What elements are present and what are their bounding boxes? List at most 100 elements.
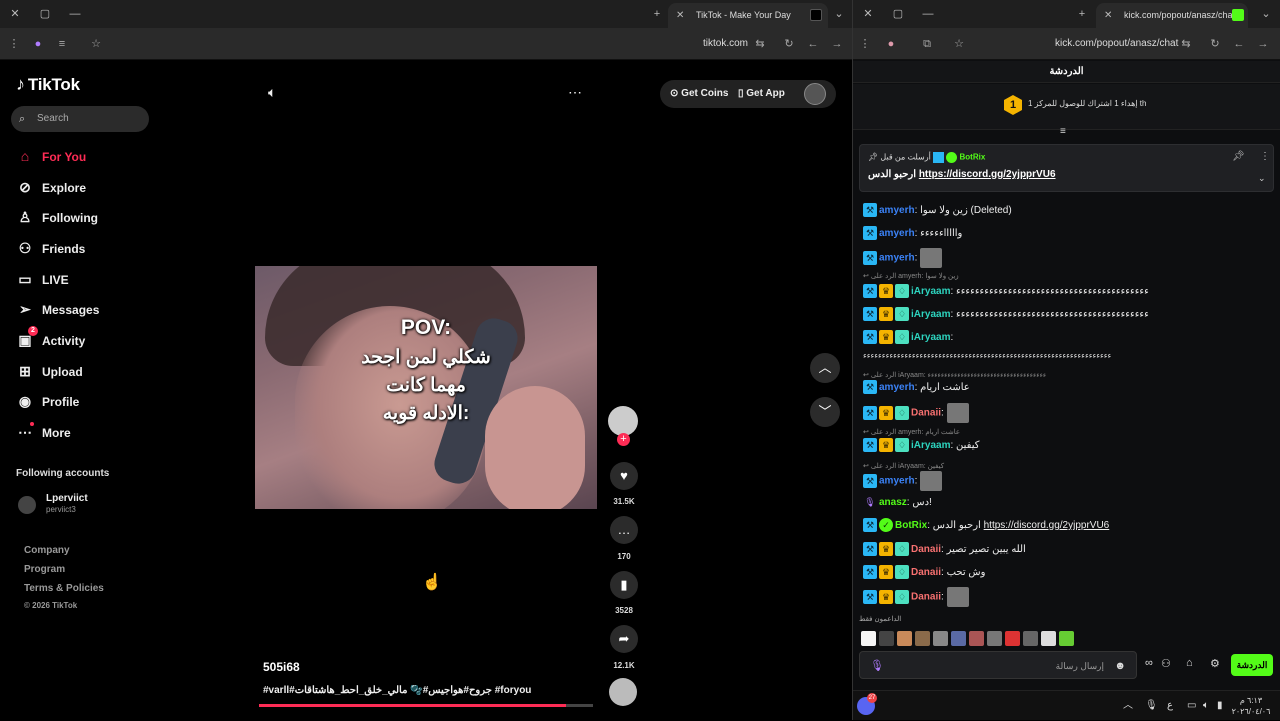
emote-icon[interactable] (915, 631, 930, 647)
nav-friends[interactable]: ⚇ Friends (16, 237, 86, 259)
keyboard-language-icon[interactable]: ع (1167, 691, 1173, 721)
chat-message[interactable]: ⚒ ♛ ♢ iAryaam: (863, 329, 953, 347)
comment-button[interactable]: … (610, 516, 638, 544)
chat-username[interactable]: amyerh (879, 228, 915, 239)
store-icon[interactable]: ⌂ (1186, 657, 1193, 669)
chat-message[interactable]: ⚒ amyerh: (863, 471, 943, 491)
menu-dots-icon[interactable]: ⋮ (857, 28, 873, 60)
close-tab-icon[interactable]: ✕ (1104, 3, 1112, 28)
chat-message[interactable]: ⚒ amyerh: عاشت اريام (863, 379, 970, 397)
extensions-icon[interactable]: ⧉ (919, 28, 935, 60)
emote-icon[interactable] (951, 631, 966, 647)
site-settings-icon[interactable]: ⇆ (1178, 28, 1194, 60)
nav-following[interactable]: ♙ Following (16, 206, 98, 228)
chat-message[interactable]: ⚒ amyerh: زين ولا سوا (Deleted) (863, 202, 1012, 220)
taskbar-clock[interactable]: ٦:١٣ م ٢٠٢٦/٠٤/٠٦ (1231, 695, 1271, 717)
footer-program[interactable]: Program (24, 564, 65, 575)
video-player[interactable]: POV: شكلي لمن اجحد مهما كانت الادله قويه… (255, 266, 597, 509)
chat-message[interactable]: ⚒ ♛ ♢ Danaii: الله يبين تصير تصير (863, 541, 1026, 559)
video-author[interactable]: 505i68 (263, 660, 300, 674)
creator-avatar[interactable] (608, 406, 638, 436)
close-window-icon[interactable]: ✕ (6, 0, 24, 28)
reload-icon[interactable]: ↻ (781, 28, 797, 60)
previous-video-button[interactable]: ︿ (810, 353, 840, 383)
chat-username[interactable]: iAryaam (911, 332, 950, 343)
emote-icon[interactable] (1059, 631, 1074, 647)
nav-more[interactable]: ⋯ More (16, 421, 71, 443)
get-app-button[interactable]: ▯ Get App (738, 82, 785, 106)
chevron-down-icon[interactable]: ⌄ (1258, 173, 1266, 184)
collapse-icon[interactable]: ≡ (1060, 126, 1066, 137)
tab-tiktok[interactable]: ✕ TikTok - Make Your Day (668, 3, 828, 28)
tab-search-icon[interactable]: ⌄ (1257, 0, 1275, 28)
more-options-icon[interactable]: ⋮ (1260, 151, 1270, 162)
chat-username[interactable]: amyerh (879, 476, 915, 487)
unpin-icon[interactable]: 📌︎ (1232, 151, 1245, 162)
settings-gear-icon[interactable]: ⚙ (1210, 657, 1220, 670)
maximize-icon[interactable]: ▢ (889, 0, 907, 28)
reply-context[interactable]: ↩ الرد على iAryaam: ءءءءءءءءءءءءءءءءءءءء… (863, 371, 1046, 379)
maximize-icon[interactable]: ▢ (36, 0, 54, 28)
chat-message[interactable]: ⚒ ♛ ♢ iAryaam: ءءءءءءءءءءءءءءءءءءءءءءءءءءءء… (863, 283, 1149, 301)
emote-icon[interactable] (969, 631, 984, 647)
volume-icon[interactable]: 🔈︎ (1203, 691, 1209, 721)
chat-message[interactable]: 🎙︎ anasz: دس! (863, 494, 932, 512)
tab-search-icon[interactable]: ⌄ (830, 0, 848, 28)
back-icon[interactable]: ← (805, 28, 821, 60)
send-chat-button[interactable]: الدردشة (1231, 654, 1273, 676)
tray-chevron-up-icon[interactable]: ︿ (1123, 691, 1133, 721)
chat-message[interactable]: ⚒ ♛ ♢ Danaii: (863, 403, 969, 423)
emote-icon[interactable] (879, 631, 894, 647)
chat-input[interactable]: 🎙︎ إرسال رسالة ☻ (859, 651, 1137, 679)
nav-profile[interactable]: ◉ Profile (16, 390, 79, 412)
minimize-icon[interactable]: — (66, 0, 84, 28)
sub-goal-banner[interactable]: 1 إهداء 1 اشتراك للوصول للمركز 1 th (853, 84, 1280, 130)
follow-plus-icon[interactable]: + (617, 433, 630, 446)
network-icon[interactable]: ▭ (1187, 691, 1196, 721)
save-button[interactable]: ▮ (610, 571, 638, 599)
close-tab-icon[interactable]: ✕ (676, 3, 684, 28)
url-text[interactable]: tiktok.com (703, 28, 748, 60)
close-window-icon[interactable]: ✕ (859, 0, 877, 28)
emote-icon[interactable] (1023, 631, 1038, 647)
get-coins-button[interactable]: ⊙ Get Coins (670, 82, 728, 106)
url-text[interactable]: kick.com/popout/anasz/chat (1055, 28, 1178, 60)
nav-upload[interactable]: ⊞ Upload (16, 360, 83, 382)
chat-username[interactable]: iAryaam (911, 309, 950, 320)
chat-message[interactable]: ⚒ ♛ ♢ Danaii: وش تحب (863, 564, 985, 582)
chat-message[interactable]: ⚒ amyerh: (863, 248, 943, 268)
tab-kick[interactable]: ✕ kick.com/popout/anasz/chat (1096, 3, 1248, 28)
menu-dots-icon[interactable]: ⋮ (6, 28, 22, 60)
back-icon[interactable]: ← (1231, 28, 1247, 60)
chat-message[interactable]: ⚒ ♛ ♢ Danaii: (863, 587, 969, 607)
tiktok-logo[interactable]: ♪ TikTok (16, 74, 80, 95)
video-progress-bar[interactable] (259, 704, 593, 707)
volume-icon[interactable]: 🔈︎ (268, 84, 276, 101)
profile-icon[interactable]: ● (30, 28, 46, 60)
reply-context[interactable]: ↩ الرد على amyerh: عاشت اريام (863, 428, 960, 436)
connections-icon[interactable]: ⚇ (1161, 657, 1171, 670)
more-options-icon[interactable]: ⋯ (568, 84, 582, 101)
nav-for-you[interactable]: ⌂ For You (16, 145, 86, 167)
chat-username[interactable]: Danaii (911, 408, 941, 419)
new-tab-icon[interactable]: + (1073, 0, 1091, 28)
reply-context[interactable]: ↩ الرد على amyerh: زين ولا سوا (863, 272, 959, 280)
user-avatar[interactable] (804, 83, 826, 105)
pinned-message[interactable]: 📌︎ أرسلت من قبل BotRix ارحبو الدس https:… (859, 144, 1274, 192)
chat-username[interactable]: Danaii (911, 592, 941, 603)
chat-message[interactable]: ⚒ amyerh: واااااءءءءء (863, 225, 962, 243)
nav-live[interactable]: ▭ LIVE (16, 268, 68, 290)
chat-message[interactable]: ⚒ ♛ ♢ iAryaam: كيفين (863, 437, 980, 455)
minimize-icon[interactable]: — (919, 0, 937, 28)
like-button[interactable]: ♥ (610, 462, 638, 490)
nav-activity[interactable]: ▣ 2 Activity (16, 326, 85, 351)
chat-message[interactable]: ⚒ ✓ BotRix: ارحبو الدس https://discord.gg/… (863, 517, 1109, 535)
footer-terms[interactable]: Terms & Policies (24, 583, 104, 594)
chat-username[interactable]: amyerh (879, 205, 915, 216)
next-video-button[interactable]: ﹀ (810, 397, 840, 427)
chat-username[interactable]: amyerh (879, 382, 915, 393)
microphone-icon[interactable]: 🎙︎ (870, 652, 884, 680)
search-input[interactable]: ⌕ Search (11, 106, 149, 132)
chat-username[interactable]: anasz (879, 497, 907, 508)
emote-icon[interactable] (1005, 631, 1020, 647)
